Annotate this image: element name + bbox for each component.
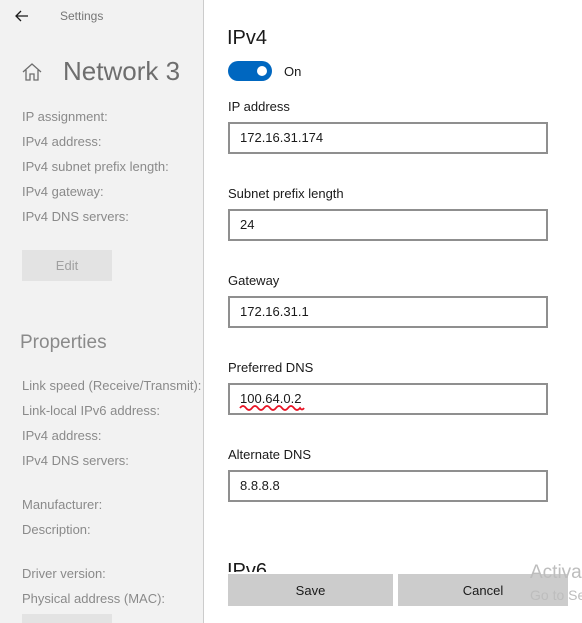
driver-version-label: Driver version: [22, 566, 106, 581]
spellcheck-squiggle [239, 405, 305, 411]
gateway-value: 172.16.31.1 [240, 304, 309, 319]
ipv4-heading: IPv4 [227, 27, 268, 49]
preferred-dns-input[interactable]: 100.64.0.2 [228, 383, 548, 415]
link-local-ipv6-label: Link-local IPv6 address: [22, 403, 161, 418]
ipv4-dns-servers-label: IPv4 DNS servers: [22, 209, 129, 224]
ipv4-gateway-label: IPv4 gateway: [22, 184, 104, 199]
activation-watermark-title: Activa [530, 562, 582, 583]
properties-ipv4-address-label: IPv4 address: [22, 428, 102, 443]
dialog-footer: Save Cancel [204, 572, 582, 623]
ip-address-value: 172.16.31.174 [240, 130, 324, 145]
manufacturer-label: Manufacturer: [22, 497, 103, 512]
gateway-label: Gateway [228, 273, 280, 288]
subnet-prefix-length-input[interactable]: 24 [228, 209, 548, 241]
link-speed-label: Link speed (Receive/Transmit): [22, 378, 202, 393]
settings-left-pane: Settings Network 3 IP assignment: IPv4 a… [0, 0, 203, 623]
ip-address-input[interactable]: 172.16.31.174 [228, 122, 548, 154]
activation-watermark-subtitle: Go to Se [530, 587, 582, 603]
ipv4-address-label: IPv4 address: [22, 134, 102, 149]
ip-assignment-label: IP assignment: [22, 109, 108, 124]
edit-ip-settings-dialog: IPv4 On IP address 172.16.31.174 Subnet … [204, 0, 582, 623]
save-button[interactable]: Save [228, 574, 393, 606]
ip-address-label: IP address [228, 99, 290, 114]
gateway-input[interactable]: 172.16.31.1 [228, 296, 548, 328]
ipv4-toggle-label: On [284, 64, 302, 79]
toggle-knob [257, 66, 267, 76]
back-arrow-icon [15, 10, 28, 22]
alternate-dns-input[interactable]: 8.8.8.8 [228, 470, 548, 502]
copy-button[interactable] [22, 614, 112, 623]
app-title: Settings [60, 9, 104, 23]
ipv4-toggle[interactable] [228, 61, 272, 81]
description-label: Description: [22, 522, 91, 537]
subnet-prefix-length-value: 24 [240, 217, 255, 232]
subnet-prefix-length-label: Subnet prefix length [228, 186, 344, 201]
alternate-dns-value: 8.8.8.8 [240, 478, 280, 493]
alternate-dns-label: Alternate DNS [228, 447, 312, 462]
page-title: Network 3 [63, 56, 181, 86]
edit-button[interactable]: Edit [22, 250, 112, 281]
properties-title: Properties [20, 332, 107, 353]
ipv4-subnet-prefix-label: IPv4 subnet prefix length: [22, 159, 169, 174]
preferred-dns-label: Preferred DNS [228, 360, 314, 375]
physical-address-label: Physical address (MAC): [22, 591, 166, 606]
home-icon[interactable] [21, 61, 43, 83]
properties-ipv4-dns-label: IPv4 DNS servers: [22, 453, 129, 468]
back-button[interactable] [8, 4, 36, 28]
